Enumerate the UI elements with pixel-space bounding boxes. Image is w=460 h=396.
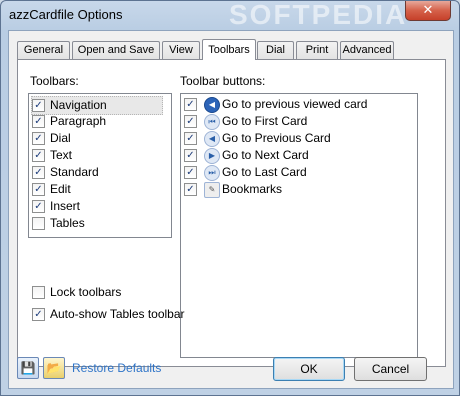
list-item[interactable]: ✓ Edit: [32, 181, 174, 198]
list-item[interactable]: Tables: [32, 215, 174, 232]
tab-view[interactable]: View: [162, 41, 200, 59]
tab-general[interactable]: General: [17, 41, 70, 59]
save-icon[interactable]: 💾: [17, 357, 39, 379]
window-title: azzCardfile Options: [9, 7, 123, 22]
last-card-icon: ⏭: [204, 165, 220, 181]
checkbox[interactable]: ✓: [32, 99, 45, 112]
tab-toolbars[interactable]: Toolbars: [202, 39, 256, 60]
checkbox[interactable]: ✓: [32, 200, 45, 213]
tab-dial[interactable]: Dial: [257, 41, 294, 59]
checkbox[interactable]: ✓: [184, 166, 197, 179]
list-item[interactable]: ✓ Text: [32, 147, 174, 164]
lock-toolbars-option[interactable]: Lock toolbars: [32, 284, 172, 301]
list-item-label: Standard: [50, 165, 99, 179]
next-card-icon: ▶: [204, 148, 220, 164]
list-item-label: Go to Last Card: [222, 165, 307, 179]
title-bar[interactable]: azzCardfile Options SOFTPEDIA ✕: [1, 0, 459, 30]
checkbox[interactable]: ✓: [32, 166, 45, 179]
close-button[interactable]: ✕: [405, 1, 451, 21]
checkbox[interactable]: ✓: [32, 183, 45, 196]
toolbar-buttons-list[interactable]: ✓ ◀ Go to previous viewed card ✓ ⏮ Go to…: [180, 93, 418, 358]
restore-defaults-link[interactable]: Restore Defaults: [72, 361, 161, 375]
bookmarks-icon: ✎: [204, 182, 220, 198]
tab-open-and-save[interactable]: Open and Save: [72, 41, 160, 59]
open-folder-icon[interactable]: 📂: [43, 357, 65, 379]
option-label: Lock toolbars: [50, 285, 122, 299]
checkbox[interactable]: ✓: [184, 183, 197, 196]
list-item[interactable]: ✓ Paragraph: [32, 113, 174, 130]
option-label: Auto-show Tables toolbar: [50, 307, 185, 321]
list-item[interactable]: ✓ ◀ Go to previous viewed card: [184, 96, 420, 113]
toolbar-buttons-label: Toolbar buttons:: [180, 74, 266, 88]
list-item[interactable]: ✓ Dial: [32, 130, 174, 147]
list-item-label: Navigation: [50, 98, 107, 112]
back-arrow-icon: ◀: [204, 97, 220, 113]
checkbox[interactable]: ✓: [32, 132, 45, 145]
checkbox[interactable]: [32, 286, 45, 299]
list-item-label: Insert: [50, 199, 81, 213]
list-item[interactable]: ✓ ◀ Go to Previous Card: [184, 130, 420, 147]
first-card-icon: ⏮: [204, 114, 220, 130]
list-item-label: Go to First Card: [222, 114, 308, 128]
checkbox[interactable]: ✓: [184, 132, 197, 145]
list-item[interactable]: ✓ ▶ Go to Next Card: [184, 147, 420, 164]
options-window: azzCardfile Options SOFTPEDIA ✕ General …: [0, 0, 460, 396]
toolbars-list[interactable]: ✓ Navigation ✓ Paragraph ✓ Dial ✓ Text ✓: [28, 93, 172, 238]
list-item-label: Tables: [50, 216, 85, 230]
tab-advanced[interactable]: Advanced: [340, 41, 394, 59]
watermark: SOFTPEDIA: [229, 0, 408, 30]
list-item[interactable]: ✓ Standard: [32, 164, 174, 181]
list-item-label: Paragraph: [50, 114, 107, 128]
list-item[interactable]: ✓ ✎ Bookmarks: [184, 181, 420, 198]
toolbars-panel: Toolbars: Toolbar buttons: ✓ Navigation …: [17, 59, 446, 367]
list-item-label: Text: [50, 148, 73, 162]
list-item-label: Edit: [50, 182, 71, 196]
list-item-label: Go to Next Card: [222, 148, 309, 162]
checkbox[interactable]: ✓: [184, 149, 197, 162]
dialog-client: General Open and Save View Toolbars Dial…: [8, 30, 454, 389]
list-item[interactable]: ✓ ⏭ Go to Last Card: [184, 164, 420, 181]
tab-print[interactable]: Print: [296, 41, 338, 59]
list-item[interactable]: ✓ Insert: [32, 198, 174, 215]
list-item[interactable]: ✓ ⏮ Go to First Card: [184, 113, 420, 130]
checkbox[interactable]: ✓: [184, 115, 197, 128]
checkbox[interactable]: ✓: [32, 308, 45, 321]
list-item-label: Go to previous viewed card: [222, 97, 368, 111]
checkbox[interactable]: ✓: [32, 149, 45, 162]
checkbox[interactable]: [32, 217, 45, 230]
previous-card-icon: ◀: [204, 131, 220, 147]
list-item-label: Dial: [50, 131, 71, 145]
list-item-label: Go to Previous Card: [222, 131, 331, 145]
auto-show-tables-option[interactable]: ✓ Auto-show Tables toolbar: [32, 306, 185, 323]
checkbox[interactable]: ✓: [184, 98, 197, 111]
list-item-label: Bookmarks: [222, 182, 283, 196]
cancel-button[interactable]: Cancel: [354, 357, 427, 381]
ok-button[interactable]: OK: [273, 357, 345, 381]
checkbox[interactable]: ✓: [32, 115, 45, 128]
toolbars-label: Toolbars:: [30, 74, 79, 88]
